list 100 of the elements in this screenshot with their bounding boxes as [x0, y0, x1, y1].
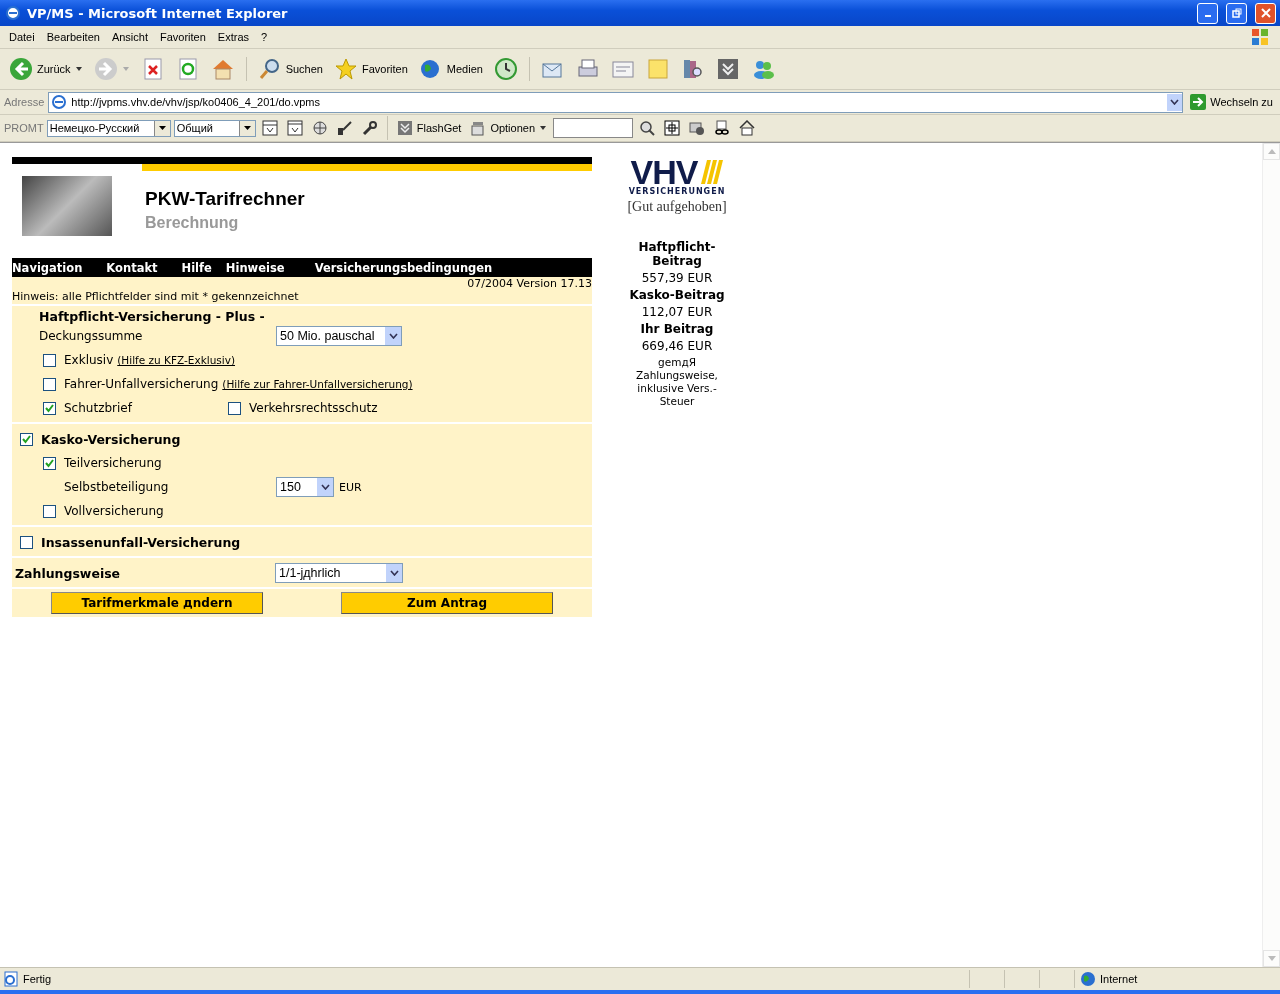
- section-title: Haftpflicht-Versicherung - Plus -: [38, 309, 266, 324]
- language-dropdown[interactable]: Немецко-Русский: [46, 119, 171, 137]
- nav-link[interactable]: Navigation: [12, 260, 83, 275]
- page-icon: [51, 94, 68, 110]
- hint-text: Hinweis: alle Pflichtfelder sind mit * gekennzeichnet: [12, 290, 592, 306]
- premium-amount: 112,07 EUR: [641, 305, 713, 319]
- checkbox[interactable]: [43, 353, 56, 367]
- download-icon: [396, 120, 413, 136]
- checkbox[interactable]: [43, 401, 56, 415]
- options-button[interactable]: Optionen: [467, 118, 551, 138]
- checkbox[interactable]: [43, 456, 56, 470]
- option-label: Exklusiv: [64, 353, 114, 367]
- caret-icon: [158, 126, 166, 130]
- media-button[interactable]: Medien: [415, 55, 486, 83]
- window-title: VP/MS - Microsoft Internet Explorer: [27, 5, 288, 21]
- form-button[interactable]: Zum Antrag: [341, 592, 553, 614]
- globe-icon: [1080, 971, 1096, 987]
- chevron-down-icon: [1170, 99, 1180, 105]
- back-button[interactable]: Zurück: [6, 55, 86, 83]
- option-label: Fahrer-Unfallversicherung: [64, 377, 219, 391]
- download-icon[interactable]: [715, 57, 740, 81]
- promt-label: PROMT: [4, 122, 44, 134]
- unit-label: EUR: [339, 480, 362, 494]
- menu-item[interactable]: Datei: [3, 31, 41, 43]
- restore-button[interactable]: [1226, 2, 1247, 24]
- minimize-button[interactable]: [1197, 2, 1218, 24]
- nav-link[interactable]: Hinweise: [225, 260, 285, 275]
- payment-dropdown[interactable]: 1/1-jдhrlich: [275, 563, 403, 583]
- page-title: PKW-Tarifrechner: [145, 188, 305, 210]
- search-icon: [257, 57, 282, 81]
- caret-icon: [121, 66, 130, 72]
- nav-link[interactable]: Versicherungsbedingungen: [314, 260, 493, 275]
- flashget-button[interactable]: FlashGet: [393, 118, 465, 138]
- address-label: Adresse: [4, 96, 45, 108]
- search-icon[interactable]: [639, 120, 656, 136]
- premium-label: Haftpflicht-Beitrag: [637, 240, 717, 268]
- field-label: Deckungssumme: [39, 329, 144, 343]
- crosshair-icon[interactable]: [664, 120, 681, 136]
- option-label: Schutzbrief: [64, 401, 134, 415]
- caret-icon: [539, 125, 548, 131]
- form-button[interactable]: Tarifmerkmale дndern: [51, 592, 263, 614]
- page-subtitle: Berechnung: [145, 214, 240, 232]
- section-title: Kasko-Versicherung: [41, 431, 181, 447]
- caret-icon: [74, 66, 83, 72]
- menu-item[interactable]: ?: [255, 31, 274, 43]
- deductible-dropdown[interactable]: 150: [276, 477, 334, 497]
- coverage-dropdown[interactable]: 50 Mio. pauschal: [276, 326, 402, 346]
- checkbox[interactable]: [20, 432, 33, 446]
- option-label: Vollversicherung: [64, 504, 164, 518]
- zone-text: Internet: [1100, 973, 1138, 985]
- checkbox[interactable]: [20, 535, 33, 549]
- translate-page-icon[interactable]: [261, 120, 278, 136]
- premium-amount: 557,39 EUR: [641, 271, 713, 285]
- history-icon[interactable]: [493, 57, 518, 81]
- topic-dropdown[interactable]: Общий: [173, 119, 256, 137]
- premium-note: gemдЯ Zahlungsweise, inklusive Vers.-Steuer: [635, 356, 719, 408]
- field-label: Zahlungsweise: [14, 565, 122, 581]
- help-link[interactable]: (Hilfe zur Fahrer-Unfallversicherung): [222, 378, 413, 390]
- option-label: Verkehrsrechtsschutz: [249, 401, 378, 415]
- chevron-down-icon: [389, 570, 399, 576]
- windows-logo-icon: [1250, 27, 1270, 47]
- premium-label: Kasko-Beitrag: [628, 288, 726, 302]
- section-title: Insassenunfall-Versicherung: [41, 534, 241, 550]
- globe-icon[interactable]: [311, 120, 328, 136]
- page-icon: [3, 971, 19, 987]
- menu-item[interactable]: Bearbeiten: [40, 31, 106, 43]
- folder-globe-icon[interactable]: [689, 120, 706, 136]
- help-link[interactable]: (Hilfe zu KFZ-Exklusiv): [117, 354, 235, 366]
- wrench-icon[interactable]: [361, 120, 378, 136]
- slogan-text: [Gut aufgehoben]: [627, 199, 727, 215]
- home-icon[interactable]: [739, 120, 756, 136]
- menu-item[interactable]: Extras: [211, 31, 256, 43]
- arrow-right-icon: [1190, 94, 1207, 110]
- checkbox[interactable]: [43, 377, 56, 391]
- nav-link[interactable]: Hilfe: [181, 260, 212, 275]
- nav-link[interactable]: Kontakt: [106, 260, 158, 275]
- minimize-icon: [1204, 15, 1211, 17]
- go-button[interactable]: Wechseln zu: [1187, 92, 1276, 112]
- premium-label: Ihr Beitrag: [639, 322, 715, 336]
- address-field[interactable]: http://jvpms.vhv.de/vhv/jsp/ko0406_4_201/do.vpms: [48, 91, 1184, 113]
- logo-drawing: VHV VERSICHERUNGEN: [628, 157, 726, 196]
- favorites-button[interactable]: Favoriten: [330, 55, 411, 83]
- checkbox[interactable]: [228, 401, 241, 415]
- restore-icon: [1231, 8, 1242, 18]
- link-icon[interactable]: [714, 120, 731, 136]
- search-field[interactable]: [553, 118, 634, 138]
- status-text: Fertig: [23, 973, 52, 985]
- close-button[interactable]: [1255, 2, 1276, 24]
- field-label: Selbstbeteiligung: [64, 480, 170, 494]
- caret-icon: [243, 126, 251, 130]
- chevron-down-icon: [388, 333, 398, 339]
- checkbox[interactable]: [43, 504, 56, 518]
- star-icon: [333, 57, 358, 81]
- option-label: Teilversicherung: [64, 456, 162, 470]
- menu-item[interactable]: Favoriten: [154, 31, 212, 43]
- search-button[interactable]: Suchen: [254, 55, 326, 83]
- menu-item[interactable]: Ansicht: [105, 31, 154, 43]
- translate-text-icon[interactable]: [286, 120, 303, 136]
- version-text: 07/2004 Version 17.13: [466, 277, 592, 290]
- chevron-down-icon: [320, 484, 330, 490]
